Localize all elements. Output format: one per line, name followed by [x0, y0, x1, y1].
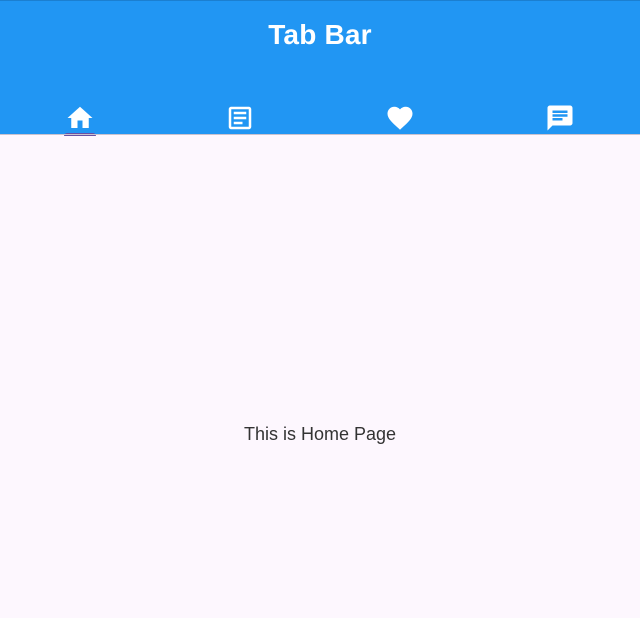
chat-icon	[545, 103, 575, 133]
tab-messages[interactable]	[480, 93, 640, 136]
heart-icon	[385, 103, 415, 133]
home-page-message: This is Home Page	[243, 424, 397, 444]
tab-home[interactable]	[0, 93, 160, 136]
app-screen: Tab Bar This is Home Page	[0, 0, 640, 618]
app-bar: Tab Bar	[0, 0, 640, 136]
article-icon	[225, 103, 255, 133]
home-icon	[65, 103, 95, 133]
tab-article[interactable]	[160, 93, 320, 136]
tab-bar	[0, 93, 640, 136]
tab-divider	[0, 134, 640, 135]
page-title: Tab Bar	[268, 19, 372, 50]
tab-favorites[interactable]	[320, 93, 480, 136]
